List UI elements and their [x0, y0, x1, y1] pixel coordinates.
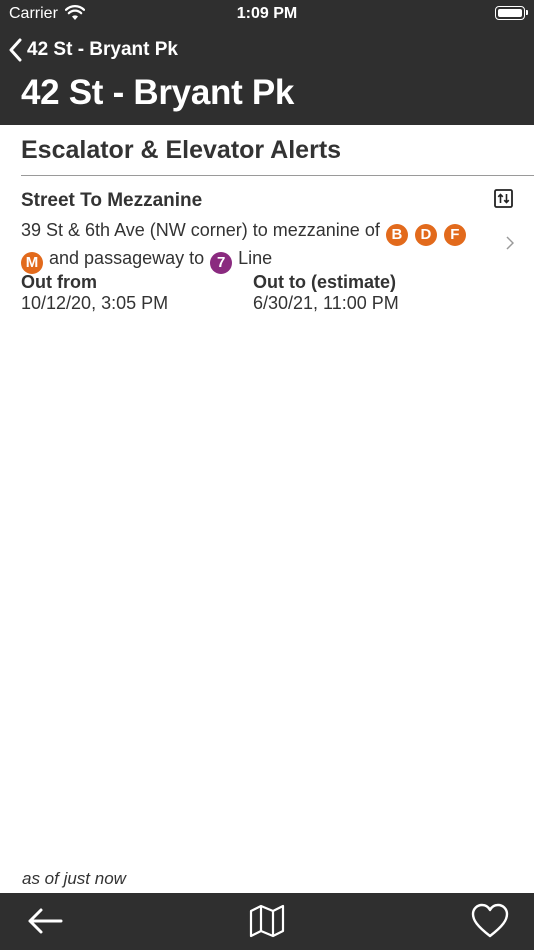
alert-description: 39 St & 6th Ave (NW corner) to mezzanine…: [21, 218, 481, 274]
alert-title: Street To Mezzanine: [21, 190, 203, 211]
route-bullet-7: 7: [210, 252, 233, 274]
status-time: 1:09 PM: [236, 5, 298, 22]
page-title: 42 St - Bryant Pk: [21, 73, 295, 112]
toolbar-favorite-button[interactable]: [471, 903, 509, 939]
route-bullet-d: D: [414, 224, 437, 246]
route-bullet-f: F: [443, 224, 466, 246]
route-bullet-b: B: [385, 224, 408, 246]
alert-row[interactable]: Street To Mezzanine 39 St & 6th Ave (NW …: [0, 176, 534, 316]
escalator-icon: [494, 189, 513, 208]
last-updated-label: as of just now: [22, 869, 126, 888]
navigation-header: Carrier 1:09 PM 42 St - Bryant Pk 42 St …: [0, 0, 534, 125]
heart-icon: [471, 903, 509, 938]
chevron-right-icon: [506, 236, 514, 250]
back-button[interactable]: 42 St - Bryant Pk: [8, 37, 178, 63]
out-from-value: 10/12/20, 3:05 PM: [21, 293, 169, 313]
out-to-label: Out to (estimate): [253, 272, 397, 292]
chevron-left-icon: [9, 38, 22, 62]
out-to-value: 6/30/21, 11:00 PM: [253, 293, 399, 313]
arrow-left-icon: [28, 908, 63, 934]
battery-icon: [495, 6, 528, 20]
route-bullet-m: M: [21, 252, 43, 274]
section-title: Escalator & Elevator Alerts: [21, 136, 342, 164]
back-button-label: 42 St - Bryant Pk: [27, 39, 178, 60]
status-bar: Carrier 1:09 PM: [0, 0, 534, 28]
toolbar-back-button[interactable]: [26, 903, 64, 939]
out-from-label: Out from: [21, 272, 97, 292]
alert-desc-part3: Line: [238, 248, 273, 268]
alert-desc-part2: and passageway to: [49, 248, 205, 268]
bottom-toolbar: [0, 893, 534, 950]
toolbar-map-button[interactable]: [249, 903, 285, 939]
alert-desc-part1: 39 St & 6th Ave (NW corner) to mezzanine…: [21, 220, 380, 240]
map-icon: [249, 904, 285, 938]
